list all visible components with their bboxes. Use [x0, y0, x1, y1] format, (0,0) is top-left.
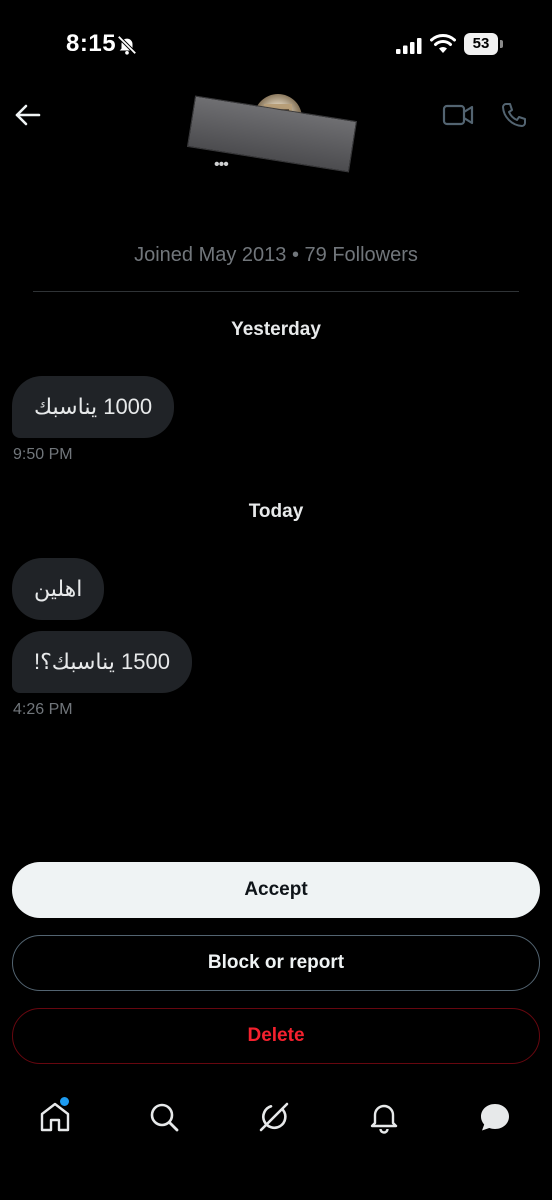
video-call-icon[interactable]	[442, 102, 474, 128]
grok-icon[interactable]	[257, 1100, 291, 1134]
battery-level: 53	[472, 35, 490, 52]
bell-off-icon	[117, 35, 137, 55]
message-bubble[interactable]: اهلين	[12, 558, 105, 620]
profile-name: •••	[214, 156, 229, 173]
back-arrow-icon[interactable]	[14, 101, 42, 129]
message-timestamp: 4:26 PM	[13, 701, 73, 718]
signal-icon	[396, 38, 422, 54]
message-text: 1000 يناسبك	[34, 394, 153, 419]
day-label-yesterday: Yesterday	[231, 319, 321, 340]
accept-button[interactable]: Accept	[12, 862, 540, 918]
notifications-icon[interactable]	[367, 1100, 401, 1134]
search-icon[interactable]	[147, 1100, 181, 1134]
day-label-today: Today	[248, 501, 304, 522]
message-text: 1500 يناسبك؟!	[34, 649, 170, 674]
joined-info: Joined May 2013 • 79 Followers	[134, 244, 418, 266]
delete-button[interactable]: Delete	[12, 1008, 540, 1064]
message-bubble[interactable]: 1500 يناسبك؟!	[12, 631, 192, 693]
message-bubble[interactable]: 1000 يناسبك	[12, 376, 175, 438]
divider	[33, 291, 519, 292]
home-notification-dot	[60, 1097, 69, 1106]
message-text: اهلين	[34, 576, 83, 601]
battery-icon: 53	[464, 33, 504, 55]
status-time: 8:15	[66, 30, 117, 57]
messages-icon[interactable]	[478, 1100, 512, 1134]
wifi-icon	[430, 34, 456, 53]
block-or-report-button[interactable]: Block or report	[12, 935, 540, 991]
redaction-block	[186, 95, 358, 173]
phone-call-icon[interactable]	[500, 101, 528, 129]
message-timestamp: 9:50 PM	[13, 446, 73, 463]
